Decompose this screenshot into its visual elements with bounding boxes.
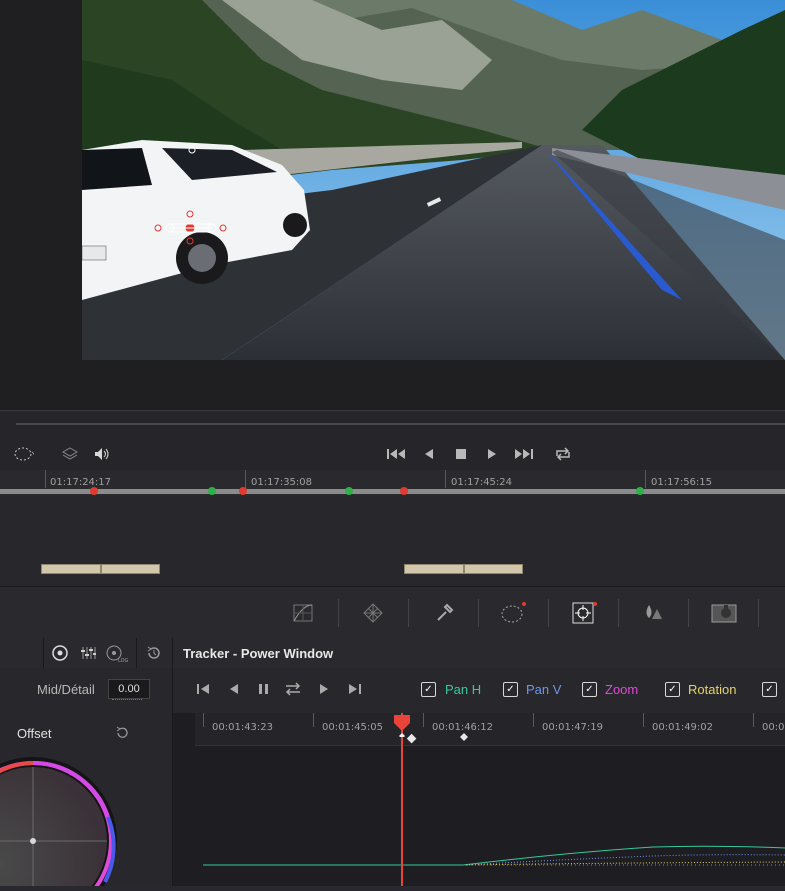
play-icon[interactable] [482,444,502,464]
keyframe-track[interactable] [0,489,785,494]
viewer-scrub-bar[interactable] [0,410,785,439]
color-wheels-icon[interactable] [52,645,68,666]
stop-icon[interactable] [451,444,471,464]
mid-detail-row: Mid/Détail 0.00 [0,668,172,714]
qualifier-icon[interactable] [432,601,456,625]
timecode-label: 01:17:45:24 [451,477,513,488]
clip-segment[interactable] [41,564,101,574]
track-first-icon[interactable] [194,679,214,699]
keyframe-marker[interactable] [635,487,644,495]
track-reverse-icon[interactable] [224,679,244,699]
tracker-graph[interactable]: 00:01:43:23 00:01:45:05 00:01:46:12 00:0… [172,713,785,886]
first-frame-icon[interactable] [386,444,406,464]
svg-text:LOG: LOG [118,658,128,663]
reset-icon[interactable] [146,645,162,666]
tracker-header: Tracker - Power Window [172,638,785,669]
playhead-marker[interactable] [394,715,410,737]
track-pause-icon[interactable] [254,679,274,699]
pan-h-checkbox[interactable]: ✓ [421,682,436,697]
clip-segment[interactable] [464,564,523,574]
warper-icon[interactable] [361,601,385,625]
tracker-title: Tracker - Power Window [183,646,334,661]
track-forward-icon[interactable] [314,679,334,699]
transport-controls [0,438,785,470]
timecode-label: 01:17:56:15 [651,477,713,488]
next-checkbox[interactable]: ✓ [762,682,777,697]
clip-segment[interactable] [101,564,160,574]
last-frame-icon[interactable] [514,444,534,464]
tracker-curves [203,733,785,866]
pan-v-checkbox[interactable]: ✓ [503,682,518,697]
tracker-controls: ✓ Pan H ✓ Pan V ✓ Zoom ✓ Rotation ✓ [172,668,785,713]
pan-v-label: Pan V [526,682,562,697]
rotation-checkbox[interactable]: ✓ [665,682,680,697]
palette-toolbar [0,586,785,640]
offset-label: Offset [17,726,52,741]
curves-icon[interactable] [291,601,315,625]
track-last-icon[interactable] [344,679,364,699]
rotation-label: Rotation [688,682,737,697]
video-image [82,0,785,360]
primaries-header: LOG [0,638,172,669]
key-icon[interactable] [710,601,737,625]
offset-reset-icon[interactable] [115,726,129,745]
pan-h-label: Pan H [445,682,482,697]
video-frame[interactable] [82,0,785,360]
loop-icon[interactable] [553,444,573,464]
zoom-checkbox[interactable]: ✓ [582,682,597,697]
mid-detail-label: Mid/Détail [37,682,95,697]
offset-color-wheel[interactable] [0,757,125,891]
clip-segment[interactable] [404,564,464,574]
viewer-panel [0,0,785,410]
keyframe-marker[interactable] [207,487,216,495]
log-wheels-icon[interactable]: LOG [106,645,129,668]
playhead[interactable] [401,713,403,886]
track-bidirectional-icon[interactable] [283,679,303,699]
layers-icon[interactable] [60,444,80,464]
window-shape-icon[interactable] [14,444,34,464]
primaries-bars-icon[interactable] [80,645,96,666]
timecode-label: 01:17:24:17 [50,477,112,488]
timecode-label: 01:17:35:08 [251,477,313,488]
audio-icon[interactable] [92,444,112,464]
mid-detail-slider[interactable] [112,699,142,702]
blur-icon[interactable] [641,601,665,625]
reverse-play-icon[interactable] [419,444,439,464]
window-icon[interactable] [500,601,526,625]
clip-area [0,496,785,586]
mid-detail-field[interactable]: 0.00 [108,679,150,699]
zoom-label: Zoom [605,682,639,697]
offset-wheel-panel: Offset [0,713,172,891]
tracker-icon[interactable] [571,601,597,625]
